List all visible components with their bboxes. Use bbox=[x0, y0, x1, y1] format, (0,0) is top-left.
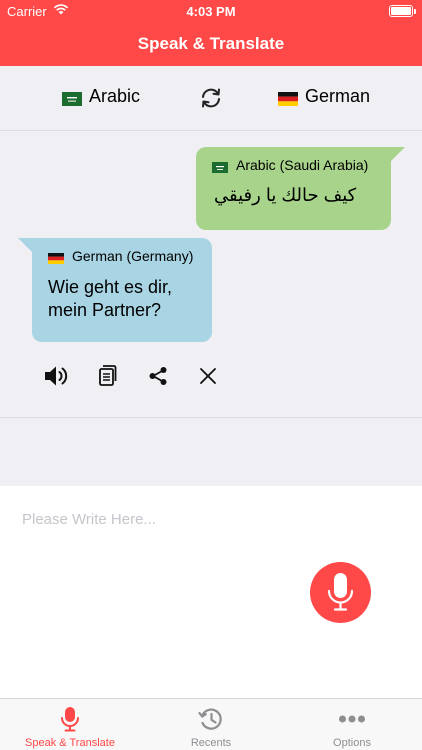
share-icon bbox=[149, 367, 167, 385]
tab-speak-translate[interactable]: Speak & Translate bbox=[0, 699, 140, 750]
germany-flag-icon bbox=[278, 90, 298, 106]
swap-refresh-icon bbox=[202, 88, 220, 108]
history-icon bbox=[198, 708, 222, 730]
saudi-arabia-flag-icon bbox=[212, 160, 228, 173]
speaker-icon bbox=[45, 366, 68, 386]
message-actions bbox=[0, 362, 422, 390]
clear-button[interactable] bbox=[194, 362, 222, 390]
saudi-arabia-flag-icon bbox=[62, 90, 82, 106]
language-selector-bar: Arabic German bbox=[0, 66, 422, 130]
swap-languages-button[interactable] bbox=[198, 85, 224, 111]
tab-label: Speak & Translate bbox=[25, 737, 115, 749]
target-language-label: German bbox=[305, 86, 371, 106]
battery-icon bbox=[389, 5, 416, 17]
source-language-label: Arabic bbox=[89, 86, 141, 106]
tab-recents[interactable]: Recents bbox=[141, 699, 281, 750]
share-button[interactable] bbox=[144, 362, 172, 390]
message-text: كيف حالك يا رفيقي bbox=[214, 185, 357, 205]
text-input[interactable] bbox=[22, 511, 392, 528]
copy-button[interactable] bbox=[94, 362, 122, 390]
message-text: Wie geht es dir, mein Partner? bbox=[48, 277, 173, 320]
tab-label: Recents bbox=[190, 737, 232, 749]
tab-options[interactable]: Options bbox=[282, 699, 422, 750]
message-language-label: German (Germany) bbox=[72, 248, 194, 264]
copy-icon bbox=[99, 365, 117, 386]
speak-button[interactable] bbox=[42, 362, 70, 390]
microphone-icon bbox=[61, 707, 79, 732]
translated-message-bubble[interactable]: German (Germany) Wie geht es dir, mein P… bbox=[18, 238, 212, 342]
tab-label: Options bbox=[333, 737, 371, 749]
clock: 4:03 PM bbox=[186, 4, 236, 19]
status-bar: Carrier 4:03 PM bbox=[0, 0, 422, 22]
germany-flag-icon bbox=[48, 251, 64, 264]
source-language-button[interactable]: Arabic bbox=[62, 86, 140, 107]
tab-bar: Speak & Translate Recents Options bbox=[0, 698, 422, 750]
microphone-icon bbox=[327, 573, 354, 611]
message-language-label: Arabic (Saudi Arabia) bbox=[236, 157, 369, 173]
nav-title: Speak & Translate bbox=[0, 22, 422, 66]
microphone-button[interactable] bbox=[310, 562, 371, 623]
close-icon bbox=[200, 368, 216, 384]
target-language-button[interactable]: German bbox=[278, 86, 370, 107]
source-message-bubble[interactable]: Arabic (Saudi Arabia) كيف حالك يا رفيقي bbox=[196, 147, 405, 230]
more-icon bbox=[339, 715, 365, 723]
input-area bbox=[0, 486, 422, 698]
translation-area: Arabic German Arabic (Saudi Arabia) كيف … bbox=[0, 66, 422, 486]
